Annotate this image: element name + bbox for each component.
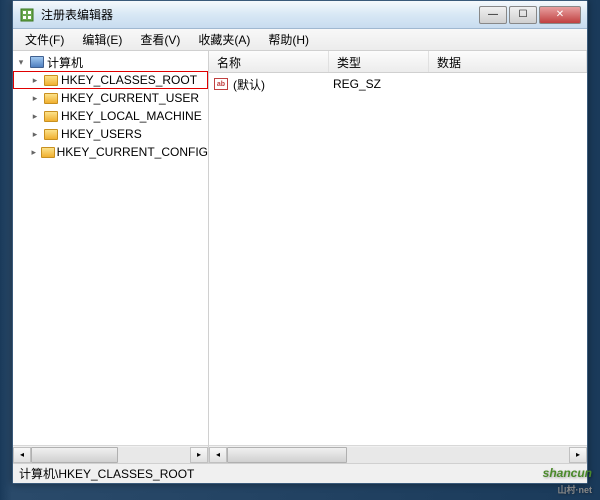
folder-icon — [41, 145, 55, 159]
status-path: 计算机\HKEY_CLASSES_ROOT — [19, 465, 194, 482]
window-title: 注册表编辑器 — [41, 6, 479, 23]
tree-hscrollbar[interactable]: ◂ ▸ — [13, 445, 208, 463]
menu-view[interactable]: 查看(V) — [132, 29, 188, 50]
tree-node-hkcc[interactable]: ▸ HKEY_CURRENT_CONFIG — [13, 143, 208, 161]
tree-panel: ▾ 计算机 ▸ HKEY_CLASSES_ROOT ▸ HKEY_CURRENT… — [13, 51, 209, 463]
expand-icon[interactable]: ▸ — [29, 110, 41, 122]
minimize-button[interactable]: — — [479, 6, 507, 24]
value-type: REG_SZ — [333, 77, 433, 91]
list-hscrollbar[interactable]: ◂ ▸ — [209, 445, 587, 463]
registry-tree[interactable]: ▾ 计算机 ▸ HKEY_CLASSES_ROOT ▸ HKEY_CURRENT… — [13, 51, 208, 445]
tree-label: HKEY_CURRENT_CONFIG — [57, 145, 208, 159]
tree-label: HKEY_LOCAL_MACHINE — [61, 109, 202, 123]
statusbar: 计算机\HKEY_CLASSES_ROOT — [13, 463, 587, 483]
maximize-button[interactable]: ☐ — [509, 6, 537, 24]
window-controls: — ☐ ✕ — [479, 6, 581, 24]
scroll-left-button[interactable]: ◂ — [13, 447, 31, 463]
tree-label: HKEY_USERS — [61, 127, 142, 141]
watermark-sub: 山村·net — [543, 483, 592, 496]
value-name: (默认) — [233, 76, 333, 93]
string-value-icon: ab — [213, 77, 229, 91]
computer-icon — [29, 55, 45, 69]
tree-node-hklm[interactable]: ▸ HKEY_LOCAL_MACHINE — [13, 107, 208, 125]
scroll-right-button[interactable]: ▸ — [569, 447, 587, 463]
expand-icon[interactable]: ▸ — [29, 128, 41, 140]
menu-help[interactable]: 帮助(H) — [260, 29, 317, 50]
folder-icon — [43, 109, 59, 123]
scroll-thumb[interactable] — [31, 447, 118, 463]
folder-icon — [43, 127, 59, 141]
menu-favorites[interactable]: 收藏夹(A) — [190, 29, 258, 50]
app-icon — [19, 7, 35, 23]
scroll-track[interactable] — [227, 447, 569, 463]
app-window: 注册表编辑器 — ☐ ✕ 文件(F) 编辑(E) 查看(V) 收藏夹(A) 帮助… — [12, 0, 588, 484]
scroll-thumb[interactable] — [227, 447, 347, 463]
tree-node-hkcu[interactable]: ▸ HKEY_CURRENT_USER — [13, 89, 208, 107]
expand-icon[interactable]: ▸ — [29, 74, 41, 86]
menubar: 文件(F) 编辑(E) 查看(V) 收藏夹(A) 帮助(H) — [13, 29, 587, 51]
tree-label: HKEY_CURRENT_USER — [61, 91, 199, 105]
folder-icon — [43, 73, 59, 87]
tree-label: 计算机 — [47, 54, 83, 71]
tree-node-hkcr[interactable]: ▸ HKEY_CLASSES_ROOT — [13, 71, 208, 89]
col-type[interactable]: 类型 — [329, 51, 429, 72]
scroll-right-button[interactable]: ▸ — [190, 447, 208, 463]
expand-icon[interactable]: ▸ — [29, 146, 39, 158]
folder-icon — [43, 91, 59, 105]
titlebar[interactable]: 注册表编辑器 — ☐ ✕ — [13, 1, 587, 29]
collapse-icon[interactable]: ▾ — [15, 56, 27, 68]
values-list[interactable]: ab (默认) REG_SZ — [209, 73, 587, 445]
menu-edit[interactable]: 编辑(E) — [74, 29, 130, 50]
content-area: ▾ 计算机 ▸ HKEY_CLASSES_ROOT ▸ HKEY_CURRENT… — [13, 51, 587, 463]
list-item[interactable]: ab (默认) REG_SZ — [209, 75, 587, 93]
tree-label: HKEY_CLASSES_ROOT — [61, 73, 197, 87]
tree-node-computer[interactable]: ▾ 计算机 — [13, 53, 208, 71]
scroll-left-button[interactable]: ◂ — [209, 447, 227, 463]
expand-icon[interactable]: ▸ — [29, 92, 41, 104]
values-panel: 名称 类型 数据 ab (默认) REG_SZ ◂ ▸ — [209, 51, 587, 463]
scroll-track[interactable] — [31, 447, 190, 463]
close-button[interactable]: ✕ — [539, 6, 581, 24]
col-name[interactable]: 名称 — [209, 51, 329, 72]
col-data[interactable]: 数据 — [429, 51, 587, 72]
menu-file[interactable]: 文件(F) — [17, 29, 72, 50]
tree-node-hku[interactable]: ▸ HKEY_USERS — [13, 125, 208, 143]
values-header: 名称 类型 数据 — [209, 51, 587, 73]
